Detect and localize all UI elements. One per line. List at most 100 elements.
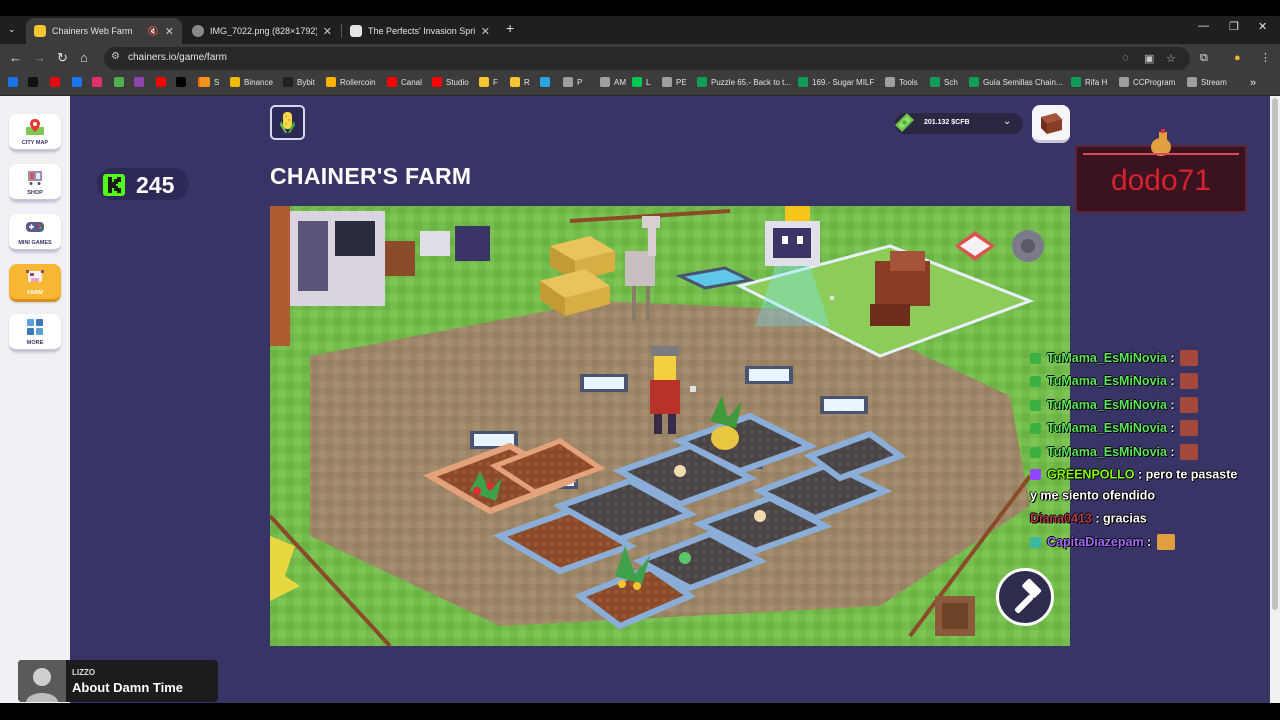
bookmark-item[interactable]: [28, 77, 42, 87]
forward-arrow-icon[interactable]: →: [33, 50, 46, 66]
reload-icon[interactable]: ↻: [57, 50, 68, 66]
bookmark-item[interactable]: R: [510, 77, 530, 87]
bookmark-item[interactable]: [176, 77, 190, 87]
tab-chainers-web-farm[interactable]: Chainers Web Farm 🔇 ✕: [26, 18, 182, 44]
tab-img-7022[interactable]: IMG_7022.png (828×1792) ✕: [184, 18, 340, 44]
bookmark-item[interactable]: Canal: [387, 77, 422, 87]
url-text[interactable]: chainers.io/game/farm: [128, 52, 227, 63]
bookmark-item[interactable]: Studio: [432, 77, 469, 87]
chat-separator: :: [1143, 535, 1155, 549]
chat-badge-icon: [1030, 469, 1041, 481]
bookmark-item[interactable]: [72, 77, 86, 87]
bookmark-label: Studio: [446, 77, 469, 87]
profile-avatar-icon[interactable]: ●: [1234, 50, 1241, 66]
bookmark-favicon-icon: [50, 77, 60, 87]
home-icon[interactable]: ⌂: [80, 50, 88, 66]
sidebar-item-label: SHOP: [27, 190, 43, 196]
bookmark-label: CCProgram: [1133, 77, 1176, 87]
page-title: CHAINER'S FARM: [270, 163, 472, 189]
sidebar-item-farm[interactable]: FARM: [9, 264, 61, 302]
bookmark-label: Puzzle 65.- Back to t...: [711, 77, 792, 87]
bookmark-item[interactable]: P: [563, 77, 582, 87]
bookmark-item[interactable]: Binance: [230, 77, 273, 87]
build-hammer-button[interactable]: [996, 568, 1054, 626]
page-scrollbar[interactable]: [1270, 96, 1280, 703]
address-bar[interactable]: ⚙ chainers.io/game/farm ◌ ▣ ☆: [104, 47, 1190, 70]
tab-search-icon[interactable]: ⌄: [8, 21, 16, 37]
chat-emote-icon: [1156, 534, 1175, 550]
close-tab-icon[interactable]: ✕: [165, 25, 174, 38]
bookmark-star-icon[interactable]: ☆: [1166, 52, 1176, 65]
bookmark-favicon-icon: [72, 77, 82, 87]
sidebar-item-city-map[interactable]: CITY MAP: [9, 114, 61, 152]
sidebar-item-mini-games[interactable]: MINI GAMES: [9, 214, 61, 252]
bookmark-item[interactable]: [156, 77, 170, 87]
bookmarks-overflow-icon[interactable]: »: [1250, 77, 1256, 89]
farm-game-canvas[interactable]: [270, 206, 1070, 646]
cash-icon: [895, 113, 914, 132]
tab-perfects-invasion[interactable]: The Perfects' Invasion Sprint # ✕: [342, 18, 498, 44]
chat-separator: :: [1166, 374, 1179, 388]
sidebar-item-more[interactable]: MORE: [9, 314, 61, 352]
bookmark-item[interactable]: 169.- Sugar MILF: [798, 77, 874, 87]
bookmark-favicon-icon: [114, 77, 124, 87]
corn-seed-button[interactable]: [270, 105, 305, 140]
muted-speaker-icon[interactable]: 🔇: [148, 26, 159, 37]
bookmark-item[interactable]: Rollercoin: [326, 77, 376, 87]
bookmark-item[interactable]: S: [200, 77, 219, 87]
bookmark-item[interactable]: Puzzle 65.- Back to t...: [697, 77, 791, 87]
close-tab-icon[interactable]: ✕: [323, 25, 332, 38]
bookmark-favicon-icon: [200, 77, 210, 87]
install-app-icon[interactable]: ▣: [1144, 52, 1154, 65]
bookmark-favicon-icon: [283, 77, 293, 87]
chat-emote-icon: [1180, 373, 1199, 389]
bookmark-favicon-icon: [885, 77, 895, 87]
bookmark-favicon-icon: [600, 77, 610, 87]
bookmark-item[interactable]: [92, 77, 106, 87]
bookmark-item[interactable]: Rifa H: [1071, 77, 1107, 87]
profile-avatar-button[interactable]: [1032, 105, 1070, 143]
bookmark-item[interactable]: [134, 77, 148, 87]
bookmark-item[interactable]: [540, 77, 554, 87]
grid-icon: [27, 319, 43, 335]
sidebar-item-shop[interactable]: SHOP: [9, 164, 61, 202]
bookmark-label: AM: [614, 77, 626, 87]
kebab-menu-icon[interactable]: ⋮: [1260, 50, 1271, 66]
bookmark-favicon-icon: [176, 77, 186, 87]
site-info-icon[interactable]: ⚙: [111, 51, 120, 62]
bookmark-item[interactable]: [114, 77, 128, 87]
back-arrow-icon[interactable]: ←: [9, 50, 22, 66]
sidebar-item-label: MORE: [26, 340, 44, 346]
wallet-balance[interactable]: 201.132 $CFB ⌄: [895, 113, 1023, 134]
chat-message: TuMama_EsMiNovia :: [1030, 373, 1199, 393]
bookmark-item[interactable]: Guía Semillas Chain...: [969, 77, 1063, 87]
new-tab-button[interactable]: +: [506, 20, 514, 36]
bookmark-item[interactable]: [8, 77, 22, 87]
artist-photo-icon: [18, 660, 66, 702]
k-score-value: 245: [136, 172, 175, 198]
bookmark-label: Bybit: [297, 77, 315, 87]
bookmark-item[interactable]: AM: [600, 77, 626, 87]
scrollbar-thumb[interactable]: [1272, 98, 1278, 610]
bookmark-item[interactable]: PE: [662, 77, 687, 87]
bookmark-item[interactable]: Bybit: [283, 77, 315, 87]
eye-off-icon[interactable]: ◌: [1122, 52, 1129, 64]
bookmark-item[interactable]: F: [479, 77, 498, 87]
bookmark-item[interactable]: CCProgram: [1119, 77, 1175, 87]
bookmark-item[interactable]: Sch: [930, 77, 958, 87]
extensions-icon[interactable]: ⧉: [1200, 50, 1208, 66]
chevron-down-icon[interactable]: ⌄: [1003, 116, 1011, 127]
bookmark-item[interactable]: Tools: [885, 77, 918, 87]
chat-emote-icon: [1180, 350, 1199, 366]
farm-scene-illustration: [270, 206, 1070, 646]
close-window-icon[interactable]: ✕: [1258, 20, 1267, 33]
minimize-icon[interactable]: —: [1198, 20, 1209, 32]
bookmark-item[interactable]: Stream: [1187, 77, 1227, 87]
bookmark-item[interactable]: [50, 77, 64, 87]
bookmark-item[interactable]: L: [632, 77, 650, 87]
close-tab-icon[interactable]: ✕: [481, 25, 490, 38]
restore-icon[interactable]: ❐: [1229, 20, 1239, 33]
shop-cart-icon: [28, 171, 42, 185]
bookmark-favicon-icon: [156, 77, 166, 87]
bookmark-label: F: [493, 77, 498, 87]
